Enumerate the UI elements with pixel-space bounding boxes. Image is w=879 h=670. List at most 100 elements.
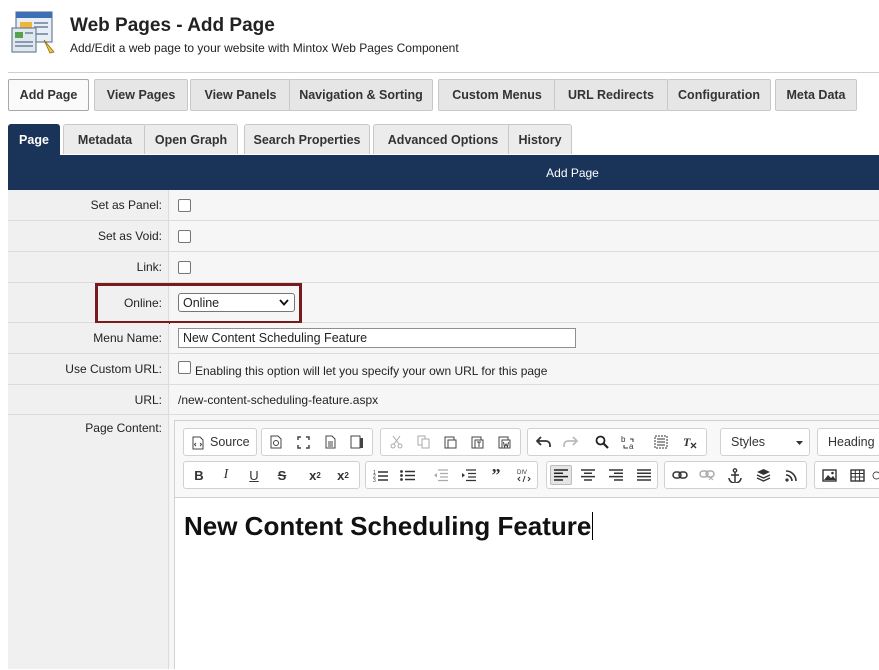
indent-icon[interactable] xyxy=(457,465,479,485)
editor-content-heading: New Content Scheduling Feature xyxy=(184,511,594,542)
row-menu-name: Menu Name: New Content Scheduling Featur… xyxy=(8,323,879,354)
menu-name-label: Menu Name: xyxy=(8,323,169,353)
outdent-icon[interactable] xyxy=(429,465,451,485)
toolbar-group-editing: ba T xyxy=(527,428,707,456)
nav-view-panels-button[interactable]: View Panels xyxy=(190,79,291,111)
tab-page[interactable]: Page xyxy=(8,124,60,155)
layers-icon[interactable] xyxy=(752,465,774,485)
use-custom-url-hint: Enabling this option will let you specif… xyxy=(195,363,548,378)
image-icon[interactable] xyxy=(818,465,840,485)
source-button[interactable]: Source xyxy=(183,428,257,456)
toolbar-group-alignment xyxy=(546,461,658,489)
new-page-icon[interactable] xyxy=(319,432,341,452)
source-label: Source xyxy=(210,435,250,449)
nav-view-pages-button[interactable]: View Pages xyxy=(94,79,188,111)
paste-word-icon[interactable] xyxy=(493,432,515,452)
row-url: URL: /new-content-scheduling-feature.asp… xyxy=(8,385,879,415)
toolbar-group-basic-styles: B I U S x2 x2 xyxy=(183,461,360,489)
cut-icon[interactable] xyxy=(385,432,407,452)
align-right-icon[interactable] xyxy=(605,465,627,485)
subscript-icon[interactable]: x2 xyxy=(304,465,326,485)
toolbar-group-clipboard xyxy=(380,428,521,456)
rich-text-editor: Source ba T Styles Heading 1 B I U S x2 … xyxy=(174,420,879,670)
remove-format-icon[interactable]: T xyxy=(678,432,700,452)
styles-chevron-down-icon xyxy=(796,441,803,445)
table-icon[interactable] xyxy=(846,465,868,485)
numbered-list-icon[interactable]: 123 xyxy=(369,465,391,485)
create-div-icon[interactable]: DIV xyxy=(513,465,535,485)
bold-icon[interactable]: B xyxy=(188,465,210,485)
use-custom-url-checkbox[interactable] xyxy=(178,360,191,374)
rss-icon[interactable] xyxy=(780,465,802,485)
tab-history[interactable]: History xyxy=(508,124,572,154)
page-content-label: Page Content: xyxy=(8,415,169,669)
link-label: Link: xyxy=(8,252,169,282)
format-label: Heading 1 xyxy=(828,435,879,449)
copy-icon[interactable] xyxy=(412,432,434,452)
select-all-icon[interactable] xyxy=(650,432,672,452)
header-divider xyxy=(8,72,879,73)
nav-url-redirects-button[interactable]: URL Redirects xyxy=(554,79,668,111)
set-as-panel-checkbox[interactable] xyxy=(178,198,191,212)
row-use-custom-url: Use Custom URL: Enabling this option wil… xyxy=(8,354,879,385)
underline-icon[interactable]: U xyxy=(243,465,265,485)
page-subtitle: Add/Edit a web page to your website with… xyxy=(70,41,459,55)
justify-icon[interactable] xyxy=(633,465,655,485)
menu-name-input[interactable]: New Content Scheduling Feature xyxy=(178,328,576,348)
toolbar-group-document xyxy=(261,428,373,456)
nav-add-page-button[interactable]: Add Page xyxy=(8,79,89,111)
italic-icon[interactable]: I xyxy=(215,465,237,485)
nav-custom-menus-button[interactable]: Custom Menus xyxy=(438,79,556,111)
editor-content-area[interactable]: New Content Scheduling Feature xyxy=(175,497,879,670)
unlink-icon[interactable] xyxy=(696,465,718,485)
bulleted-list-icon[interactable] xyxy=(396,465,418,485)
set-as-panel-label: Set as Panel: xyxy=(8,190,169,220)
redo-icon[interactable] xyxy=(559,432,581,452)
panel-title: Add Page xyxy=(546,165,599,180)
align-left-icon[interactable] xyxy=(550,465,572,485)
web-pages-app-icon xyxy=(11,11,55,54)
find-icon[interactable] xyxy=(591,432,613,452)
superscript-icon[interactable]: x2 xyxy=(332,465,354,485)
svg-text:b: b xyxy=(621,435,626,444)
tab-search-properties[interactable]: Search Properties xyxy=(244,124,370,154)
format-dropdown[interactable]: Heading 1 xyxy=(817,428,879,456)
replace-icon[interactable]: ba xyxy=(618,432,640,452)
svg-text:DIV: DIV xyxy=(517,470,527,476)
url-value: /new-content-scheduling-feature.aspx xyxy=(178,392,379,407)
set-as-void-label: Set as Void: xyxy=(8,221,169,251)
horizontal-rule-icon[interactable] xyxy=(872,465,879,485)
svg-text:T: T xyxy=(683,435,691,449)
blockquote-icon[interactable]: ” xyxy=(485,465,507,485)
paste-text-icon[interactable] xyxy=(466,432,488,452)
tab-open-graph[interactable]: Open Graph xyxy=(144,124,238,154)
svg-text:a: a xyxy=(629,442,634,450)
undo-icon[interactable] xyxy=(532,432,554,452)
url-label: URL: xyxy=(8,385,169,414)
row-set-as-void: Set as Void: xyxy=(8,221,879,252)
preview-icon[interactable] xyxy=(265,432,287,452)
nav-configuration-button[interactable]: Configuration xyxy=(667,79,771,111)
row-set-as-panel: Set as Panel: xyxy=(8,190,879,221)
source-icon xyxy=(192,436,204,450)
nav-navigation-sorting-button[interactable]: Navigation & Sorting xyxy=(289,79,433,111)
tab-advanced-options[interactable]: Advanced Options xyxy=(373,124,513,154)
toolbar-group-insert xyxy=(814,461,879,489)
toolbar-group-links xyxy=(664,461,807,489)
set-as-void-checkbox[interactable] xyxy=(178,229,191,243)
templates-icon[interactable] xyxy=(346,432,368,452)
link-checkbox[interactable] xyxy=(178,260,191,274)
align-center-icon[interactable] xyxy=(577,465,599,485)
strikethrough-icon[interactable]: S xyxy=(271,465,293,485)
nav-meta-data-button[interactable]: Meta Data xyxy=(775,79,857,111)
paste-icon[interactable] xyxy=(439,432,461,452)
styles-dropdown[interactable]: Styles xyxy=(720,428,810,456)
anchor-icon[interactable] xyxy=(724,465,746,485)
use-custom-url-label: Use Custom URL: xyxy=(8,354,169,384)
link-icon[interactable] xyxy=(669,465,691,485)
page-title: Web Pages - Add Page xyxy=(70,15,275,36)
maximize-icon[interactable] xyxy=(292,432,314,452)
svg-text:3: 3 xyxy=(373,478,376,482)
tab-metadata[interactable]: Metadata xyxy=(63,124,147,154)
app-header: Web Pages - Add Page Add/Edit a web page… xyxy=(0,0,879,72)
